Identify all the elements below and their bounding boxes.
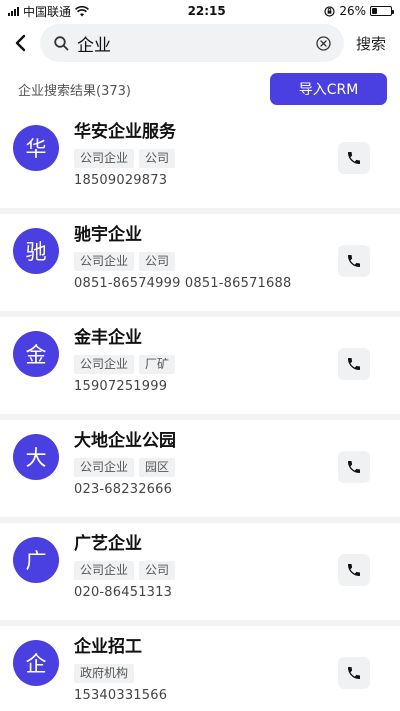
search-input[interactable]	[77, 33, 306, 53]
import-crm-button[interactable]: 导入CRM	[270, 73, 387, 105]
list-item[interactable]: 驰 驰宇企业 公司企业 公司 0851-86574999 0851-8657168…	[0, 214, 400, 311]
battery-fill	[371, 8, 377, 14]
company-info: 驰宇企业 公司企业 公司 0851-86574999 0851-86571688	[74, 224, 370, 291]
company-avatar: 大	[13, 434, 59, 480]
phone-number: 020-86451313	[74, 585, 173, 600]
category-tag: 公司企业	[74, 149, 135, 168]
company-info: 广艺企业 公司企业 公司 020-86451313	[74, 533, 370, 600]
category-tag: 园区	[139, 458, 176, 477]
status-bar: 中国联通 22:15 26%	[0, 0, 400, 22]
phone-icon	[348, 667, 360, 679]
status-right: 26%	[324, 4, 394, 18]
list-item[interactable]: 金 金丰企业 公司企业 厂矿 15907251999	[0, 317, 400, 414]
phone-number: 15907251999	[74, 379, 168, 394]
status-time: 22:15	[187, 4, 226, 18]
phone-icon	[348, 152, 360, 164]
tag-group: 政府机构	[74, 664, 370, 683]
call-button[interactable]	[338, 657, 370, 689]
company-avatar: 金	[13, 331, 59, 377]
category-tag: 厂矿	[139, 355, 176, 374]
phone-icon	[348, 255, 360, 267]
call-button[interactable]	[338, 348, 370, 380]
clear-circle-icon	[316, 35, 332, 51]
call-button[interactable]	[338, 451, 370, 483]
battery-percent: 26%	[339, 4, 366, 18]
call-button[interactable]	[338, 142, 370, 174]
cell-signal-icon	[8, 6, 19, 16]
tag-group: 公司企业 公司	[74, 149, 370, 168]
company-info: 金丰企业 公司企业 厂矿 15907251999	[74, 327, 370, 394]
category-tag: 公司	[139, 561, 176, 580]
back-arrow-icon	[15, 34, 26, 52]
category-tag: 公司企业	[74, 355, 135, 374]
result-count: 企业搜索结果(373)	[18, 83, 131, 99]
status-left: 中国联通	[8, 3, 89, 20]
category-tag: 公司企业	[74, 458, 135, 477]
company-avatar: 广	[13, 537, 59, 583]
tag-group: 公司企业 公司	[74, 561, 370, 580]
category-tag: 公司企业	[74, 252, 135, 271]
wifi-icon	[75, 5, 89, 16]
phone-number: 15340331566	[74, 688, 168, 703]
company-avatar: 企	[13, 640, 59, 686]
list-item[interactable]: 大 大地企业公园 公司企业 园区 023-68232666	[0, 420, 400, 517]
company-avatar: 华	[13, 125, 59, 171]
search-row: 搜索	[0, 22, 400, 64]
category-tag: 公司企业	[74, 561, 135, 580]
result-bar: 企业搜索结果(373) 导入CRM	[0, 67, 400, 111]
company-info: 企业招工 政府机构 15340331566	[74, 636, 370, 703]
tag-group: 公司企业 公司	[74, 252, 370, 271]
phone-icon	[348, 358, 360, 370]
list-item[interactable]: 企 企业招工 政府机构 15340331566	[0, 626, 400, 711]
phone-number: 18509029873	[74, 173, 168, 188]
call-button[interactable]	[338, 554, 370, 586]
company-name: 华安企业服务	[74, 122, 176, 142]
carrier-name: 中国联通	[23, 4, 72, 19]
company-info: 大地企业公园 公司企业 园区 023-68232666	[74, 430, 370, 497]
search-box[interactable]	[40, 24, 344, 62]
phone-number: 0851-86574999 0851-86571688	[74, 276, 292, 291]
tag-group: 公司企业 厂矿	[74, 355, 370, 374]
search-button[interactable]: 搜索	[352, 33, 390, 54]
company-info: 华安企业服务 公司企业 公司 18509029873	[74, 121, 370, 188]
phone-icon	[348, 461, 360, 473]
category-tag: 公司	[139, 252, 176, 271]
company-name: 企业招工	[74, 637, 142, 657]
company-name: 大地企业公园	[74, 431, 176, 451]
call-button[interactable]	[338, 245, 370, 277]
phone-number: 023-68232666	[74, 482, 173, 497]
company-avatar: 驰	[13, 228, 59, 274]
category-tag: 政府机构	[74, 664, 135, 683]
company-name: 金丰企业	[74, 328, 142, 348]
rotation-lock-icon	[324, 5, 335, 17]
battery-icon	[369, 6, 394, 16]
back-button[interactable]	[8, 28, 32, 58]
category-tag: 公司	[139, 149, 176, 168]
search-icon	[54, 35, 69, 50]
clear-search-button[interactable]	[314, 33, 334, 53]
list-item[interactable]: 华 华安企业服务 公司企业 公司 18509029873	[0, 111, 400, 208]
list-item[interactable]: 广 广艺企业 公司企业 公司 020-86451313	[0, 523, 400, 620]
company-name: 广艺企业	[74, 534, 142, 554]
tag-group: 公司企业 园区	[74, 458, 370, 477]
result-list: 华 华安企业服务 公司企业 公司 18509029873 驰 驰宇企业 公司企业公…	[0, 111, 400, 711]
phone-icon	[348, 564, 360, 576]
company-name: 驰宇企业	[74, 225, 142, 245]
